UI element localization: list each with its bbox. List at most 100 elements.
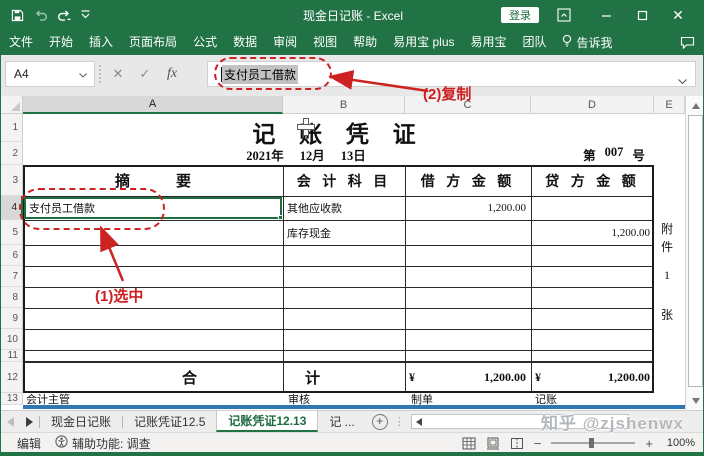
column-header-a[interactable]: A [23, 96, 283, 114]
horizontal-scrollbar[interactable] [411, 414, 629, 429]
sheet-tab-truncated[interactable]: 记 ... [318, 411, 365, 432]
header-account: 会 计 科 目 [283, 165, 405, 196]
scroll-down-icon[interactable] [687, 392, 704, 409]
ribbon-tab-bar: 文件 开始 插入 页面布局 公式 数据 审阅 视图 帮助 易用宝 plus 易用… [1, 30, 704, 55]
tab-review[interactable]: 审阅 [265, 30, 305, 55]
fill-handle[interactable] [278, 215, 283, 220]
excel-window: 现金日记账 - Excel 登录 ✕ 文件 开始 插入 页面布局 公式 数据 审… [0, 0, 704, 456]
accessibility-status[interactable]: 辅助功能: 调查 [55, 435, 151, 452]
zoom-slider-thumb[interactable] [589, 438, 594, 448]
status-bar: 编辑 辅助功能: 调查 − + 100% [1, 432, 704, 452]
tab-view[interactable]: 视图 [305, 30, 345, 55]
column-header-e[interactable]: E [654, 96, 685, 114]
cell-b4-account[interactable]: 其他应收款 [287, 196, 402, 220]
row-header-4[interactable]: 4 [1, 196, 23, 220]
cancel-entry-icon[interactable]: ✕ [105, 61, 131, 87]
tab-yiyongbao-plus[interactable]: 易用宝 plus [385, 30, 462, 55]
voucher-number: 第 007 号 [571, 145, 657, 164]
close-button[interactable]: ✕ [663, 0, 693, 30]
tab-data[interactable]: 数据 [225, 30, 265, 55]
status-mode: 编辑 [17, 435, 41, 452]
cell-c4-debit[interactable]: 1,200.00 [405, 196, 526, 220]
zoom-level[interactable]: 100% [663, 437, 695, 449]
row-header-8[interactable]: 8 [1, 287, 23, 308]
formula-value-selected: 支付员工借款 [222, 65, 298, 84]
row-header-10[interactable]: 10 [1, 329, 23, 350]
undo-icon[interactable] [33, 9, 48, 22]
accessibility-icon [55, 435, 68, 451]
redo-icon[interactable] [57, 9, 72, 22]
row-header-2[interactable]: 2 [1, 142, 23, 165]
sheet-tab-bar: 现金日记账 记账凭证12.5 记账凭证12.13 记 ... + ⋮ [1, 410, 704, 432]
row-header-6[interactable]: 6 [1, 245, 23, 266]
voucher-date-month: 12月 [300, 145, 325, 164]
row-header-12[interactable]: 12 [1, 362, 23, 393]
maximize-button[interactable] [627, 0, 657, 30]
minimize-button[interactable] [591, 0, 621, 30]
column-header-b[interactable]: B [283, 96, 405, 114]
login-button[interactable]: 登录 [501, 7, 539, 23]
row-header-9[interactable]: 9 [1, 308, 23, 329]
tab-formulas[interactable]: 公式 [185, 30, 225, 55]
tab-page-layout[interactable]: 页面布局 [121, 30, 185, 55]
tab-team[interactable]: 团队 [515, 30, 555, 55]
select-all-corner[interactable] [1, 96, 23, 114]
window-bottom-border [1, 452, 704, 456]
sheet-tab-voucher-12-13[interactable]: 记账凭证12.13 [216, 411, 318, 432]
tab-insert[interactable]: 插入 [81, 30, 121, 55]
customize-qat-icon[interactable] [81, 10, 90, 20]
normal-view-icon[interactable] [462, 437, 476, 450]
name-box[interactable]: A4 [5, 61, 95, 87]
signature-bookkeeper: 记账 [535, 392, 595, 405]
tell-me-box[interactable]: 告诉我 [555, 34, 619, 51]
total-label-left: 合 [182, 362, 197, 393]
name-box-dropdown-icon[interactable] [79, 65, 94, 83]
attachment-char-2: 件 [657, 238, 677, 255]
formula-bar-expand-icon[interactable] [678, 72, 687, 90]
row-header-13[interactable]: 13 [1, 393, 23, 405]
signature-reviewer: 审核 [288, 392, 348, 405]
page-break-view-icon[interactable] [510, 437, 524, 450]
confirm-entry-icon[interactable]: ✓ [132, 61, 158, 87]
scroll-up-icon[interactable] [687, 97, 704, 114]
voucher-date: 2021年 12月 13日 [186, 145, 426, 164]
tab-home[interactable]: 开始 [41, 30, 81, 55]
row-header-11[interactable]: 11 [1, 350, 23, 362]
total-label-right: 计 [305, 362, 320, 393]
row-header-3[interactable]: 3 [1, 165, 23, 196]
pane-divider [23, 405, 685, 409]
ribbon-display-options-icon[interactable] [549, 0, 579, 30]
save-icon[interactable] [11, 9, 24, 22]
sheet-tab-voucher-12-5[interactable]: 记账凭证12.5 [123, 411, 216, 432]
insert-function-icon[interactable]: fx [159, 61, 185, 87]
name-box-value: A4 [6, 67, 79, 81]
attachment-char-1: 附 [657, 220, 677, 237]
signature-preparer: 制单 [411, 392, 471, 405]
comment-icon[interactable] [680, 36, 695, 49]
row-header-7[interactable]: 7 [1, 266, 23, 287]
cell-b5-account[interactable]: 库存现金 [287, 220, 402, 245]
vertical-scrollbar-thumb[interactable] [688, 115, 703, 387]
cell-cursor-cross-icon [298, 119, 314, 135]
sheet-nav-right-icon[interactable] [20, 411, 39, 432]
zoom-out-icon[interactable]: − [534, 436, 542, 451]
sheet-tab-cash-journal[interactable]: 现金日记账 [40, 411, 122, 432]
header-debit: 借 方 金 额 [405, 165, 531, 196]
zoom-slider[interactable] [551, 442, 635, 444]
row-header-5[interactable]: 5 [1, 220, 23, 245]
row-header-1[interactable]: 1 [1, 114, 23, 142]
tab-file[interactable]: 文件 [1, 30, 41, 55]
vertical-scrollbar[interactable] [685, 96, 704, 410]
sheet-nav-left-icon[interactable] [1, 411, 20, 432]
total-debit-amount: 1,200.00 [429, 362, 526, 393]
cell-d5-credit[interactable]: 1,200.00 [531, 220, 650, 245]
page-layout-view-icon[interactable] [486, 437, 500, 450]
tab-help[interactable]: 帮助 [345, 30, 385, 55]
column-header-d[interactable]: D [531, 96, 654, 114]
quick-access-toolbar [1, 9, 90, 22]
zoom-in-icon[interactable]: + [645, 436, 653, 451]
tab-options-dots-icon[interactable]: ⋮ [394, 415, 405, 428]
tab-yiyongbao[interactable]: 易用宝 [463, 30, 515, 55]
hscroll-left-icon[interactable] [416, 418, 422, 426]
new-sheet-icon[interactable]: + [372, 414, 388, 430]
